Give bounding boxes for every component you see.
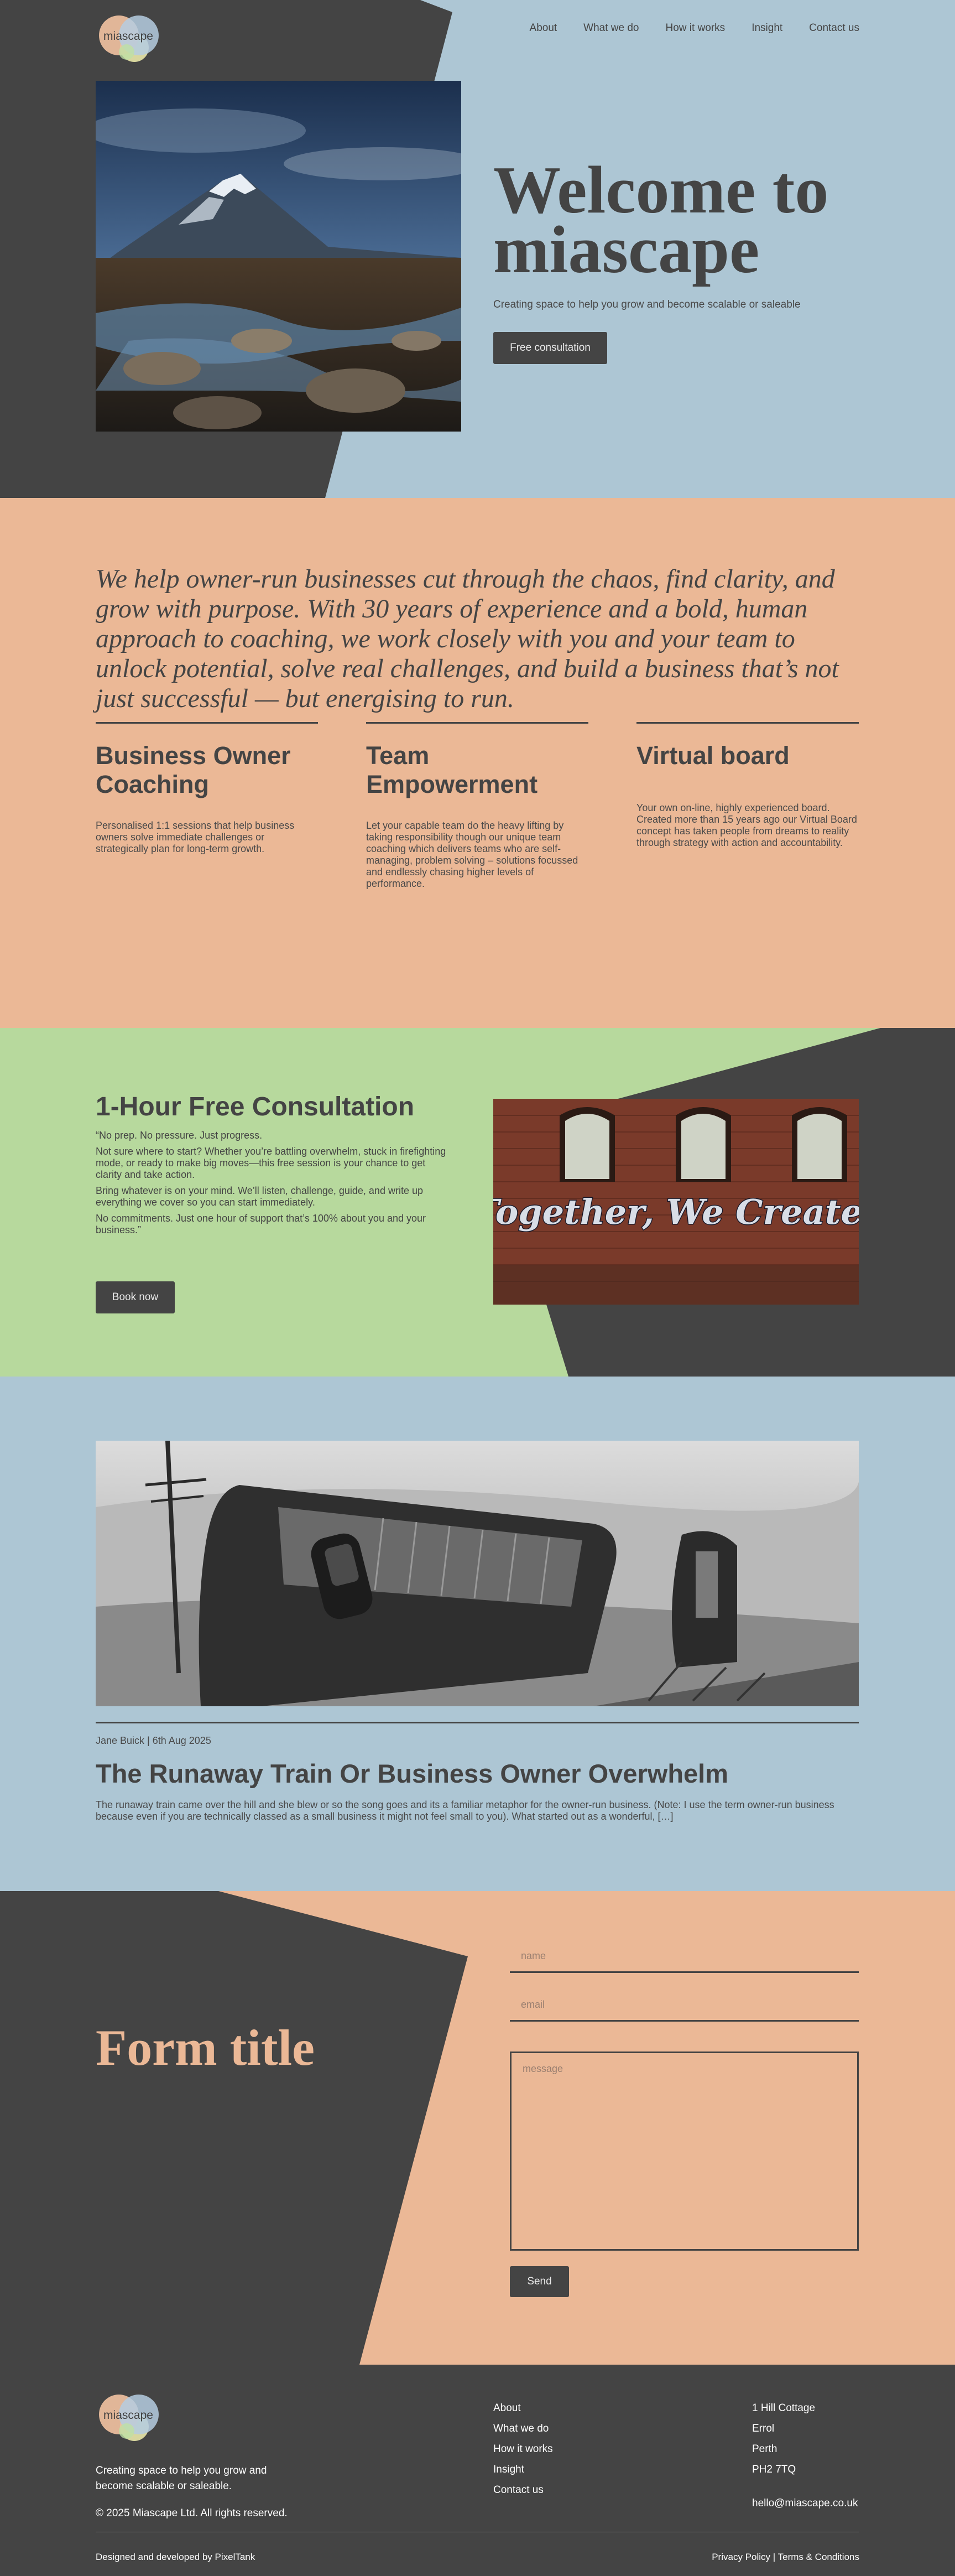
blog-meta: Jane Buick | 6th Aug 2025	[96, 1735, 211, 1746]
service-divider	[96, 722, 318, 724]
footer-nav: About What we do How it works Insight Co…	[493, 2398, 553, 2500]
footer: miascape Creating space to help you grow…	[0, 2365, 955, 2576]
graffiti-text: Together, We Create!	[493, 1192, 859, 1232]
message-field[interactable]	[510, 2052, 859, 2251]
blog-divider	[96, 1722, 859, 1723]
service-title: Virtual board	[636, 741, 790, 770]
footer-credit[interactable]: Designed and developed by PixelTank	[96, 2552, 255, 2563]
miascape-logo[interactable]: miascape	[96, 13, 161, 64]
hero-subtitle: Creating space to help you grow and beco…	[493, 299, 801, 310]
footer-link-about[interactable]: About	[493, 2398, 553, 2418]
svg-text:miascape: miascape	[103, 30, 153, 43]
nav-how-it-works[interactable]: How it works	[666, 22, 726, 34]
consultation-paragraph: Bring whatever is on your mind. We’ll li…	[96, 1185, 423, 1208]
intro-section: We help owner-run businesses cut through…	[0, 498, 955, 1028]
footer-link-insight[interactable]: Insight	[493, 2459, 553, 2480]
intro-quote: We help owner-run businesses cut through…	[96, 564, 839, 713]
blog-section: Jane Buick | 6th Aug 2025 The Runaway Tr…	[0, 1377, 955, 1891]
footer-link-how-it-works[interactable]: How it works	[493, 2439, 553, 2459]
address-line: PH2 7TQ	[752, 2464, 796, 2475]
free-consultation-button[interactable]: Free consultation	[493, 332, 607, 364]
footer-link-what-we-do[interactable]: What we do	[493, 2418, 553, 2439]
service-title: Team Empowerment	[366, 741, 538, 798]
footer-email-link[interactable]: hello@miascape.co.uk	[752, 2493, 858, 2513]
address-line: 1 Hill Cottage	[752, 2402, 816, 2414]
service-title: Business Owner Coaching	[96, 741, 291, 798]
service-text: Personalised 1:1 sessions that help busi…	[96, 820, 295, 854]
nav-about[interactable]: About	[530, 22, 557, 34]
blog-excerpt: The runaway train came over the hill and…	[96, 1799, 834, 1822]
contact-section: Form title Send	[0, 1891, 955, 2365]
footer-logo[interactable]: miascape	[96, 2392, 161, 2443]
email-field[interactable]	[510, 1990, 859, 2022]
service-virtual-board: Virtual board Your own on-line, highly e…	[636, 722, 859, 849]
service-team-empowerment: Team Empowerment Let your capable team d…	[366, 722, 588, 890]
consultation-section: 1-Hour Free Consultation “No prep. No pr…	[0, 1028, 955, 1377]
service-divider	[366, 722, 588, 724]
footer-legal: Privacy Policy | Terms & Conditions	[712, 2552, 859, 2563]
book-now-button[interactable]: Book now	[96, 1281, 175, 1313]
consultation-title: 1-Hour Free Consultation	[96, 1092, 415, 1121]
footer-link-contact-us[interactable]: Contact us	[493, 2480, 553, 2500]
consultation-paragraph: Not sure where to start? Whether you’re …	[96, 1146, 446, 1180]
legal-separator: |	[773, 2552, 776, 2562]
svg-text:miascape: miascape	[103, 2409, 153, 2422]
address-line: Errol	[752, 2423, 775, 2434]
blog-post-title[interactable]: The Runaway Train Or Business Owner Over…	[96, 1758, 728, 1789]
graffiti-wall-image: Together, We Create!	[493, 1099, 859, 1305]
nav-insight[interactable]: Insight	[752, 22, 782, 34]
send-button[interactable]: Send	[510, 2266, 569, 2297]
consultation-text: “No prep. No pressure. Just progress. No…	[96, 1130, 450, 1240]
privacy-policy-link[interactable]: Privacy Policy	[712, 2552, 770, 2562]
address-line: Perth	[752, 2443, 777, 2455]
hero-section: miascape About What we do How it works I…	[0, 0, 955, 498]
name-field[interactable]	[510, 1941, 859, 1973]
hero-title: Welcome to miascape	[493, 157, 880, 284]
service-business-owner-coaching: Business Owner Coaching Personalised 1:1…	[96, 722, 318, 855]
hero-mountain-image	[96, 81, 461, 432]
service-text: Your own on-line, highly experienced boa…	[636, 802, 857, 848]
main-nav: About What we do How it works Insight Co…	[503, 22, 859, 34]
nav-what-we-do[interactable]: What we do	[583, 22, 639, 34]
consultation-paragraph: No commitments. Just one hour of support…	[96, 1213, 426, 1235]
runaway-train-image[interactable]	[96, 1441, 859, 1706]
terms-link[interactable]: Terms & Conditions	[778, 2552, 859, 2562]
footer-copyright: © 2025 Miascape Ltd. All rights reserved…	[96, 2507, 288, 2519]
form-title: Form title	[96, 2019, 315, 2076]
service-divider	[636, 722, 859, 724]
consultation-paragraph: “No prep. No pressure. Just progress.	[96, 1130, 263, 1141]
nav-contact-us[interactable]: Contact us	[809, 22, 859, 34]
hero-title-line2: miascape	[493, 212, 760, 287]
footer-address: 1 Hill Cottage Errol Perth PH2 7TQ hello…	[752, 2398, 858, 2513]
footer-tagline: Creating space to help you grow and beco…	[96, 2465, 267, 2492]
service-text: Let your capable team do the heavy lifti…	[366, 820, 578, 889]
